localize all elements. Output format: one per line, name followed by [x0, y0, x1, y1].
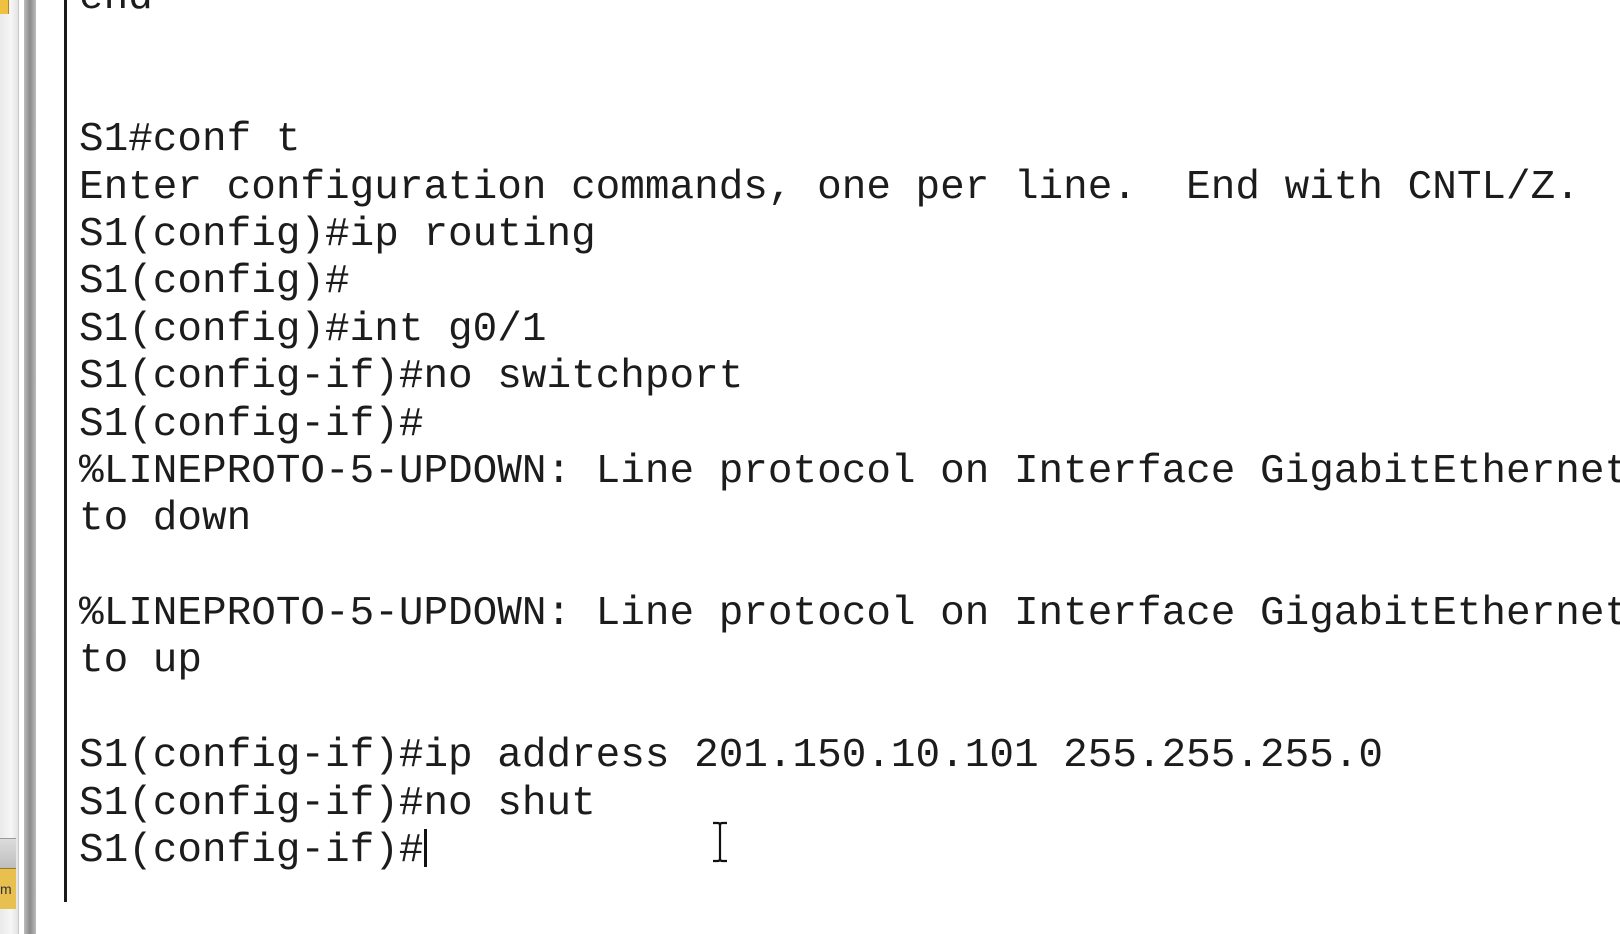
window-separator	[24, 0, 36, 934]
screen: m end S1#conf tEnter configuration comman…	[0, 0, 1620, 934]
terminal-line: S1(config-if)#ip address 201.150.10.101 …	[79, 733, 1384, 780]
terminal-line: to up	[79, 638, 203, 685]
cli-terminal[interactable]: end S1#conf tEnter configuration commands…	[64, 0, 1620, 908]
terminal-line: S1(config-if)#no shut	[79, 780, 596, 827]
terminal-line: S1(config-if)#	[79, 401, 424, 448]
text-caret	[424, 829, 428, 868]
bottom-margin	[36, 902, 1620, 934]
text-ibeam-cursor-icon	[713, 821, 727, 863]
terminal-line: S1(config-if)#no switchport	[79, 354, 744, 401]
terminal-line: S1(config)#	[79, 259, 350, 306]
left-panel-tab[interactable]: m	[0, 868, 16, 909]
scrollbar-top-tab[interactable]	[0, 0, 9, 14]
terminal-line: Enter configuration commands, one per li…	[79, 164, 1580, 211]
terminal-line: %LINEPROTO-5-UPDOWN: Line protocol on In…	[79, 448, 1620, 495]
terminal-prompt-line[interactable]: S1(config-if)#	[79, 828, 1620, 875]
terminal-line: end	[79, 0, 1620, 22]
left-panel-tab-label: m	[0, 881, 12, 897]
terminal-line: S1(config)#ip routing	[79, 211, 596, 258]
terminal-line: %LINEPROTO-5-UPDOWN: Line protocol on In…	[79, 591, 1620, 638]
terminal-line: S1#conf t	[79, 117, 301, 164]
terminal-line: to down	[79, 496, 252, 543]
terminal-line: S1(config)#int g0/1	[79, 306, 547, 353]
scrollbar-thumb[interactable]	[0, 838, 16, 870]
terminal-prompt: S1(config-if)#	[79, 828, 424, 875]
terminal-output: end S1#conf tEnter configuration commands…	[79, 0, 1620, 875]
left-scrollbar[interactable]: m	[0, 0, 19, 934]
